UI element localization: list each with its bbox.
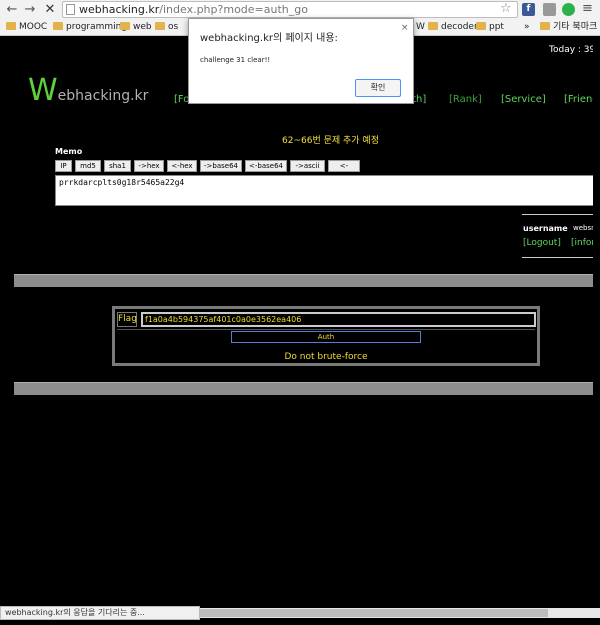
folder-icon xyxy=(155,22,165,30)
folder-icon xyxy=(120,22,130,30)
folder-icon xyxy=(6,22,16,30)
bookmark-w[interactable]: W xyxy=(416,21,425,33)
brute-force-warning: Do not brute-force xyxy=(284,352,368,362)
bookmark-star-icon[interactable]: ☆ xyxy=(500,2,512,16)
bookmark-ppt[interactable]: ppt xyxy=(476,21,504,33)
page-icon xyxy=(66,4,75,15)
divider xyxy=(522,214,600,215)
alert-dialog: webhacking.kr의 페이지 내용: × challenge 31 cl… xyxy=(188,18,414,104)
username-label: username xyxy=(523,224,568,233)
memo-label: Memo xyxy=(55,147,83,156)
folder-icon xyxy=(53,22,63,30)
bookmark-programming[interactable]: programming xyxy=(53,21,127,33)
navigation-row: ← → ✕ webhacking.kr/index.php?mode=auth_… xyxy=(0,0,600,19)
today-counter: Today : 39 xyxy=(549,45,596,55)
facebook-extension-icon[interactable]: f xyxy=(522,3,535,16)
url-path: /index.php?mode=auth_go xyxy=(159,3,308,16)
back-arrow-icon[interactable]: ← xyxy=(4,2,20,18)
user-panel: username websnc [Logout] [inform xyxy=(522,214,600,259)
bookmark-decoder[interactable]: decoder xyxy=(428,21,478,33)
web-page: Today : 39 Webhacking.kr [Fo rth] [Rank]… xyxy=(0,36,600,607)
bookmark-os[interactable]: os xyxy=(155,21,178,33)
bookmarks-overflow[interactable]: » xyxy=(524,21,530,33)
tool-from-base64-button[interactable]: <-base64 xyxy=(245,160,287,172)
close-icon[interactable]: × xyxy=(401,23,409,33)
divider xyxy=(117,329,535,330)
tool-md5-button[interactable]: md5 xyxy=(75,160,101,172)
dialog-title: webhacking.kr의 페이지 내용: xyxy=(200,33,338,44)
bookmark-other[interactable]: 기타 북마크 xyxy=(540,21,597,33)
notice-text: 62~66번 문제 추가 예정 xyxy=(282,136,379,146)
auth-button[interactable]: Auth xyxy=(231,331,421,343)
folder-icon xyxy=(540,22,550,30)
menu-link-service[interactable]: [Service] xyxy=(501,94,546,105)
bookmark-web[interactable]: web xyxy=(120,21,152,33)
memo-textarea[interactable]: prrkdarcplts0g18r5465a22g4 xyxy=(55,175,596,206)
tool-from-hex-button[interactable]: <-hex xyxy=(167,160,197,172)
vertical-scrollbar[interactable] xyxy=(593,36,600,608)
stop-loading-icon[interactable]: ✕ xyxy=(42,2,58,18)
tool-from-ascii-button[interactable]: <-ascii xyxy=(328,160,360,180)
tool-ip-button[interactable]: IP xyxy=(55,160,72,172)
tool-to-ascii-button[interactable]: ->ascii xyxy=(290,160,325,172)
tool-to-base64-button[interactable]: ->base64 xyxy=(200,160,242,172)
green-extension-icon[interactable] xyxy=(562,3,575,16)
bookmark-mooc[interactable]: MOOC xyxy=(6,21,47,33)
tool-sha1-button[interactable]: sha1 xyxy=(104,160,131,172)
horizontal-scrollbar[interactable] xyxy=(200,608,600,618)
flag-auth-box: Flag f1a0a4b594375af401c0a0e3562ea406 Au… xyxy=(112,306,540,366)
extension-icon[interactable] xyxy=(543,3,556,16)
status-bar: webhacking.kr의 응답을 기다리는 중... xyxy=(0,606,200,620)
tool-to-hex-button[interactable]: ->hex xyxy=(134,160,164,172)
logo-w: W xyxy=(28,73,58,108)
ok-button[interactable]: 확인 xyxy=(355,79,401,97)
dialog-message: challenge 31 clear!! xyxy=(200,56,271,64)
flag-label: Flag xyxy=(117,312,137,327)
menu-link-rank[interactable]: [Rank] xyxy=(449,94,482,105)
url-host: webhacking.kr xyxy=(79,3,160,16)
browser-menu-icon[interactable]: ≡ xyxy=(582,2,596,16)
site-logo[interactable]: Webhacking.kr xyxy=(28,73,148,108)
scrollbar-thumb[interactable] xyxy=(200,609,548,617)
folder-icon xyxy=(428,22,438,30)
folder-icon xyxy=(476,22,486,30)
divider xyxy=(522,257,600,258)
forward-arrow-icon[interactable]: → xyxy=(22,2,38,18)
separator-bar-bottom xyxy=(14,382,600,395)
flag-input[interactable]: f1a0a4b594375af401c0a0e3562ea406 xyxy=(141,312,536,327)
logo-text: ebhacking.kr xyxy=(57,88,149,104)
separator-bar-top xyxy=(14,274,600,287)
logout-link[interactable]: [Logout] xyxy=(523,238,561,248)
address-bar[interactable]: webhacking.kr/index.php?mode=auth_go xyxy=(62,1,518,18)
